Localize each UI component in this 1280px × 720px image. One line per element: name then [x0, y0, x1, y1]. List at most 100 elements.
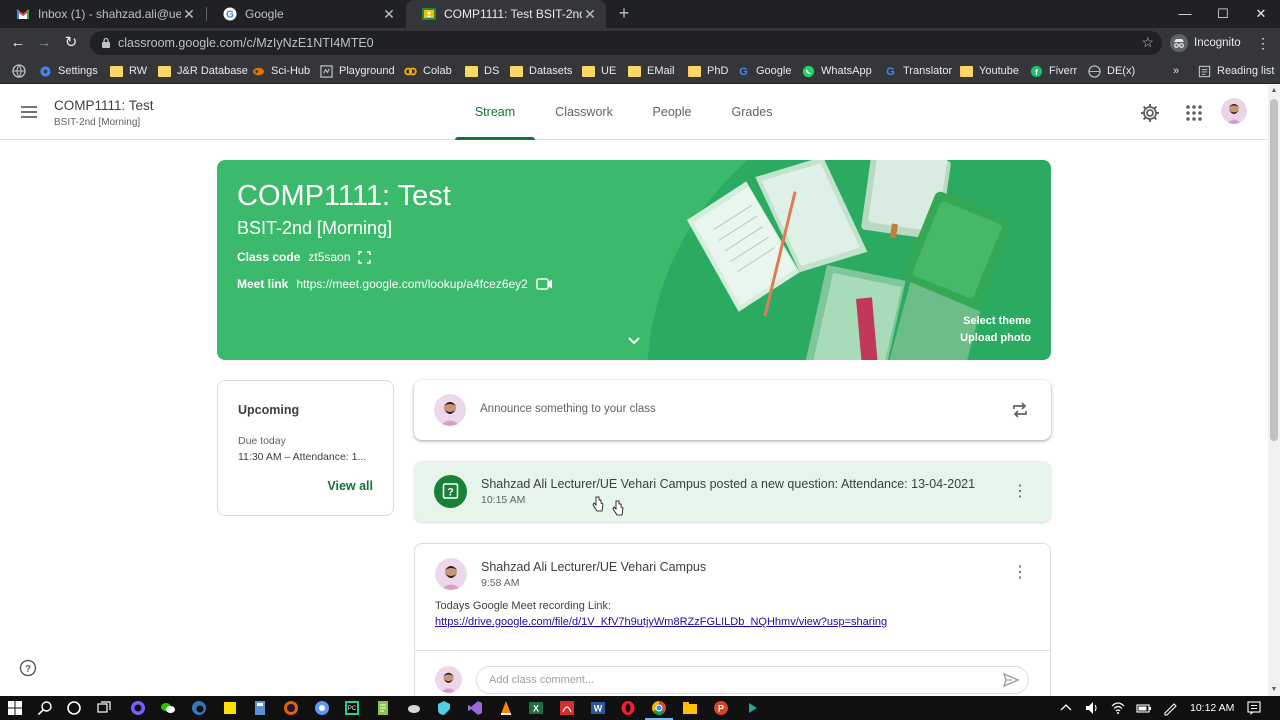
acrobat-icon[interactable]: [559, 700, 575, 716]
battery-icon[interactable]: [1136, 700, 1152, 716]
reload-button[interactable]: ↻: [61, 33, 81, 53]
help-icon[interactable]: ?: [19, 659, 37, 677]
view-all-link[interactable]: View all: [327, 479, 373, 493]
bookmark-datasets[interactable]: Datasets: [510, 58, 572, 84]
tab-people[interactable]: People: [637, 85, 707, 140]
notepad-icon[interactable]: [375, 700, 391, 716]
bookmark-phd[interactable]: PhD: [688, 58, 728, 84]
reuse-post-icon[interactable]: [1010, 400, 1030, 420]
bookmark-jr-database[interactable]: J&R Database: [158, 58, 248, 84]
class-code-value[interactable]: zt5saon: [308, 250, 350, 264]
bookmark-fiverr[interactable]: f Fiverr: [1030, 58, 1077, 84]
question-post[interactable]: ? Shahzad Ali Lecturer/UE Vehari Campus …: [414, 461, 1051, 522]
edge-icon[interactable]: [191, 700, 207, 716]
settings-gear-icon[interactable]: [1139, 102, 1161, 124]
media-player-icon[interactable]: [744, 700, 760, 716]
upcoming-item[interactable]: 11:30 AM – Attendance: 1...: [238, 451, 378, 463]
chevron-down-icon[interactable]: [625, 332, 643, 350]
fullscreen-display-icon[interactable]: [358, 250, 372, 264]
scroll-down-arrow-icon[interactable]: ▼: [1268, 684, 1280, 696]
bookmark-playground[interactable]: Playground: [320, 58, 395, 84]
question-post-text[interactable]: Shahzad Ali Lecturer/UE Vehari Campus po…: [481, 477, 975, 491]
hamburger-menu-icon[interactable]: [20, 103, 38, 121]
bookmark-whatsapp[interactable]: WhatsApp: [802, 58, 872, 84]
user-avatar[interactable]: [1221, 98, 1247, 124]
tab-classroom[interactable]: COMP1111: Test BSIT-2nd [Morning] ✕: [406, 0, 606, 28]
volume-icon[interactable]: [1084, 700, 1100, 716]
post-link[interactable]: https://drive.google.com/file/d/1V_KfV7h…: [435, 616, 887, 628]
course-title[interactable]: COMP1111: Test: [54, 98, 154, 113]
excel-icon[interactable]: X: [528, 700, 544, 716]
chrome-icon[interactable]: [651, 700, 667, 716]
file-explorer-icon[interactable]: [682, 700, 698, 716]
cortana-icon[interactable]: [66, 700, 82, 716]
search-icon[interactable]: [37, 700, 53, 716]
select-theme-link[interactable]: Select theme: [963, 315, 1031, 327]
announce-placeholder[interactable]: Announce something to your class: [480, 403, 656, 415]
scroll-up-arrow-icon[interactable]: ▲: [1268, 85, 1280, 97]
bookmark-dex[interactable]: DE(x): [1088, 58, 1135, 84]
back-button[interactable]: ←: [8, 33, 28, 53]
lock-icon[interactable]: [100, 37, 112, 49]
vpn-icon[interactable]: [436, 700, 452, 716]
more-options-icon[interactable]: ⋮: [1010, 563, 1030, 583]
task-view-icon[interactable]: [96, 700, 112, 716]
bookmark-google[interactable]: G Google: [737, 58, 791, 84]
pen-workspace-icon[interactable]: [1162, 700, 1178, 716]
apps-globe-icon[interactable]: [12, 64, 26, 78]
upload-photo-link[interactable]: Upload photo: [960, 332, 1031, 344]
chevron-up-icon[interactable]: [1058, 700, 1074, 716]
bookmark-rw[interactable]: RW: [110, 58, 147, 84]
powerpoint-icon[interactable]: P: [713, 700, 729, 716]
address-bar[interactable]: classroom.google.com/c/MzIyNzE1NTI4MTE0 …: [90, 31, 1162, 55]
maximize-button[interactable]: ☐: [1204, 0, 1242, 28]
vlc-icon[interactable]: [498, 700, 514, 716]
chromium-icon[interactable]: [314, 700, 330, 716]
bookmark-youtube[interactable]: Youtube: [960, 58, 1019, 84]
calculator-icon[interactable]: [252, 700, 268, 716]
google-apps-icon[interactable]: [1183, 102, 1205, 124]
bookmark-settings[interactable]: Settings: [39, 58, 98, 84]
tab-gmail-inbox[interactable]: Inbox (1) - shahzad.ali@ue.edu.pk ✕: [0, 0, 205, 28]
tab-grades[interactable]: Grades: [718, 85, 786, 140]
bookmark-email[interactable]: EMail: [628, 58, 675, 84]
video-camera-icon[interactable]: [536, 278, 553, 290]
meet-link[interactable]: https://meet.google.com/lookup/a4fcez6ey…: [296, 277, 527, 291]
send-icon[interactable]: [1002, 671, 1020, 689]
wechat-icon[interactable]: [160, 700, 176, 716]
page-scrollbar[interactable]: ▲ ▼: [1268, 85, 1280, 696]
firefox-icon[interactable]: [283, 700, 299, 716]
bookmark-colab[interactable]: Colab: [404, 58, 452, 84]
close-icon[interactable]: ✕: [381, 6, 397, 23]
cyberduck-icon[interactable]: [406, 700, 422, 716]
browser-menu-button[interactable]: ⋮: [1256, 33, 1270, 53]
bookmarks-overflow-button[interactable]: »: [1173, 58, 1179, 84]
announce-box[interactable]: Announce something to your class: [414, 380, 1051, 440]
opera-gx-icon[interactable]: [130, 700, 146, 716]
taskbar-clock[interactable]: 10:12 AM: [1190, 696, 1234, 720]
new-tab-button[interactable]: +: [614, 3, 634, 23]
windows-start-icon[interactable]: [7, 700, 23, 716]
bookmark-sci-hub[interactable]: Sci-Hub: [252, 58, 310, 84]
visual-studio-icon[interactable]: [467, 700, 483, 716]
forward-button[interactable]: →: [34, 33, 54, 53]
reading-list-button[interactable]: Reading list: [1198, 58, 1274, 84]
bookmark-translator[interactable]: G Translator: [884, 58, 952, 84]
word-icon[interactable]: W: [590, 700, 606, 716]
sticky-notes-icon[interactable]: [222, 700, 238, 716]
pycharm-icon[interactable]: PC: [344, 700, 360, 716]
notifications-icon[interactable]: [1246, 700, 1262, 716]
incognito-indicator[interactable]: Incognito: [1170, 31, 1241, 55]
wifi-icon[interactable]: [1110, 700, 1126, 716]
bookmark-ue[interactable]: UE: [582, 58, 616, 84]
close-icon[interactable]: ✕: [181, 6, 197, 23]
tab-google[interactable]: G Google ✕: [207, 0, 405, 28]
tab-classwork[interactable]: Classwork: [544, 85, 624, 140]
tab-stream[interactable]: Stream: [455, 85, 535, 140]
bookmark-ds[interactable]: DS: [465, 58, 499, 84]
more-options-icon[interactable]: ⋮: [1010, 482, 1030, 502]
scrollbar-thumb[interactable]: [1270, 99, 1278, 441]
close-window-button[interactable]: ✕: [1242, 0, 1280, 28]
bookmark-star-icon[interactable]: ☆: [1141, 34, 1154, 51]
opera-icon[interactable]: [620, 700, 636, 716]
